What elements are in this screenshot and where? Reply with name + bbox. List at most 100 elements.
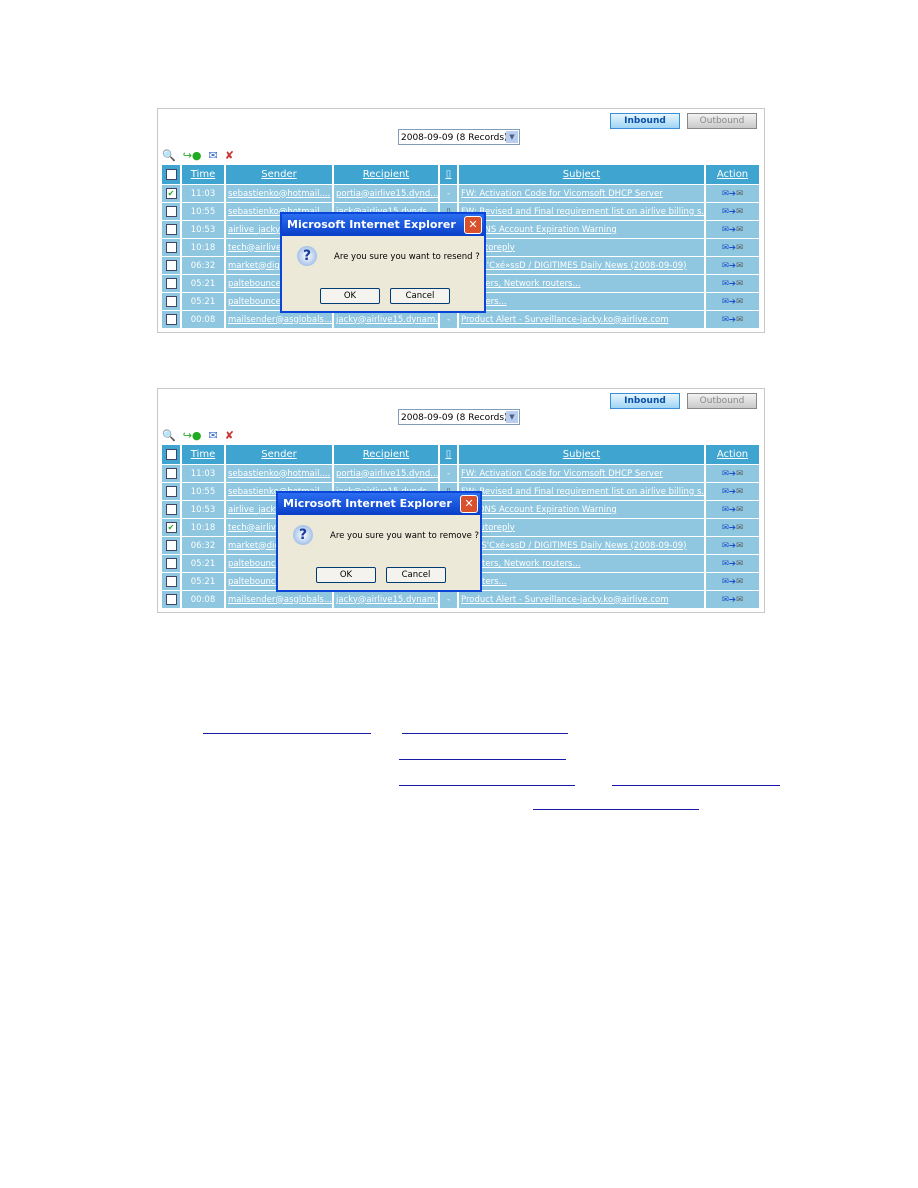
remove-mail-icon[interactable]: ✉: [736, 559, 743, 569]
resend-mail-icon[interactable]: ✉➔: [722, 487, 736, 497]
subject-link[interactable]: TIMES'Cxé»ssD / DIGITIMES Daily News (20…: [461, 261, 687, 271]
subject-link[interactable]: FW: Revised and Final requirement list o…: [461, 487, 704, 497]
close-icon[interactable]: ✕: [460, 495, 478, 513]
user-forward-icon[interactable]: ↪●: [183, 149, 202, 162]
remove-mail-icon[interactable]: ✉: [736, 469, 743, 479]
subject-header[interactable]: Subject: [459, 445, 704, 464]
row-checkbox[interactable]: [165, 278, 177, 289]
remove-mail-icon[interactable]: ✉: [736, 261, 743, 271]
sender-header[interactable]: Sender: [226, 445, 332, 464]
remove-mail-icon[interactable]: ✉: [736, 207, 743, 217]
link-underline[interactable]: [533, 809, 699, 810]
remove-mail-icon[interactable]: ✉: [736, 297, 743, 307]
remove-mail-icon[interactable]: ✉: [736, 315, 743, 325]
table-row[interactable]: 11:03 sebastienko@hotmail.... portia@air…: [162, 464, 759, 482]
subject-header[interactable]: Subject: [459, 165, 704, 184]
subject-link[interactable]: Product Alert - Surveillance-jacky.ko@ai…: [461, 595, 668, 605]
delete-mail-icon[interactable]: ✘: [225, 429, 234, 442]
resend-mail-icon[interactable]: ✉➔: [722, 225, 736, 235]
row-checkbox[interactable]: [165, 260, 177, 271]
resend-mail-icon[interactable]: ✉➔: [722, 315, 736, 325]
recipient-link[interactable]: jacky@airlive15.dynam...: [336, 315, 438, 325]
row-checkbox[interactable]: [165, 486, 177, 497]
subject-link[interactable]: FW: Revised and Final requirement list o…: [461, 207, 704, 217]
row-checkbox[interactable]: [165, 206, 177, 217]
outbound-button[interactable]: Outbound: [687, 113, 757, 129]
search-icon[interactable]: 🔍: [162, 149, 176, 162]
remove-mail-icon[interactable]: ✉: [736, 243, 743, 253]
remove-mail-icon[interactable]: ✉: [736, 577, 743, 587]
user-forward-icon[interactable]: ↪●: [183, 429, 202, 442]
resend-mail-icon[interactable]: ✉➔: [722, 279, 736, 289]
inbound-button[interactable]: Inbound: [610, 113, 680, 129]
row-checkbox[interactable]: [165, 504, 177, 515]
action-header[interactable]: Action: [706, 165, 759, 184]
link-underline[interactable]: [399, 759, 566, 760]
resend-mail-icon[interactable]: ✉➔: [722, 505, 736, 515]
resend-mail-icon[interactable]: ✉➔: [722, 243, 736, 253]
remove-mail-icon[interactable]: ✉: [736, 225, 743, 235]
recipient-link[interactable]: jacky@airlive15.dynam...: [336, 595, 438, 605]
sender-link[interactable]: tech@airlive: [228, 523, 281, 533]
resend-mail-icon[interactable]: ✉➔: [722, 189, 736, 199]
remove-mail-icon[interactable]: ✉: [736, 189, 743, 199]
resend-mail-icon[interactable]: ✉➔: [722, 261, 736, 271]
sender-link[interactable]: airlive_jacky: [228, 505, 280, 515]
resend-mail-icon[interactable]: ✉➔: [722, 207, 736, 217]
row-checkbox[interactable]: [165, 296, 177, 307]
time-header[interactable]: Time: [182, 445, 224, 464]
ok-button[interactable]: OK: [320, 288, 380, 304]
row-checkbox[interactable]: [165, 224, 177, 235]
remove-mail-icon[interactable]: ✉: [736, 523, 743, 533]
link-underline[interactable]: [612, 785, 780, 786]
time-header[interactable]: Time: [182, 165, 224, 184]
cancel-button[interactable]: Cancel: [390, 288, 450, 304]
subject-link[interactable]: FW: Activation Code for Vicomsoft DHCP S…: [461, 189, 663, 199]
row-checkbox[interactable]: [165, 558, 177, 569]
sender-header[interactable]: Sender: [226, 165, 332, 184]
resend-mail-icon[interactable]: ✉➔: [722, 523, 736, 533]
row-checkbox[interactable]: [165, 468, 177, 479]
mail-icon[interactable]: ✉: [209, 429, 218, 442]
row-checkbox[interactable]: [165, 314, 177, 325]
remove-mail-icon[interactable]: ✉: [736, 279, 743, 289]
sender-link[interactable]: sebastienko@hotmail....: [228, 469, 330, 479]
resend-mail-icon[interactable]: ✉➔: [722, 559, 736, 569]
resend-mail-icon[interactable]: ✉➔: [722, 595, 736, 605]
subject-link[interactable]: FW: Activation Code for Vicomsoft DHCP S…: [461, 469, 663, 479]
subject-link[interactable]: DynDNS Account Expiration Warning: [461, 505, 617, 515]
row-checkbox[interactable]: [165, 540, 177, 551]
recipient-header[interactable]: Recipient: [334, 165, 438, 184]
search-icon[interactable]: 🔍: [162, 429, 176, 442]
row-checkbox[interactable]: [165, 594, 177, 605]
delete-mail-icon[interactable]: ✘: [225, 149, 234, 162]
row-checkbox[interactable]: [165, 576, 177, 587]
sender-link[interactable]: paltebounce: [228, 577, 281, 587]
remove-mail-icon[interactable]: ✉: [736, 487, 743, 497]
date-select[interactable]: 2008-09-09 (8 Records) ▼: [398, 409, 520, 425]
ok-button[interactable]: OK: [316, 567, 376, 583]
sender-link[interactable]: market@digi: [228, 541, 282, 551]
table-row[interactable]: ✔ 11:03 sebastienko@hotmail.... portia@a…: [162, 184, 759, 202]
row-checkbox[interactable]: ✔: [165, 522, 177, 533]
subject-link[interactable]: TIMES'Cxé»ssD / DIGITIMES Daily News (20…: [461, 541, 687, 551]
subject-link[interactable]: Product Alert - Surveillance-jacky.ko@ai…: [461, 315, 668, 325]
recipient-link[interactable]: portia@airlive15.dynd...: [336, 189, 438, 199]
sender-link[interactable]: paltebounce: [228, 297, 281, 307]
recipient-header[interactable]: Recipient: [334, 445, 438, 464]
recipient-link[interactable]: portia@airlive15.dynd...: [336, 469, 438, 479]
outbound-button[interactable]: Outbound: [687, 393, 757, 409]
remove-mail-icon[interactable]: ✉: [736, 541, 743, 551]
resend-mail-icon[interactable]: ✉➔: [722, 541, 736, 551]
remove-mail-icon[interactable]: ✉: [736, 505, 743, 515]
sender-link[interactable]: mailsender@asglobals...: [228, 315, 332, 325]
row-checkbox[interactable]: [165, 242, 177, 253]
mail-icon[interactable]: ✉: [209, 149, 218, 162]
cancel-button[interactable]: Cancel: [386, 567, 446, 583]
table-row[interactable]: 00:08 mailsender@asglobals... jacky@airl…: [162, 590, 759, 608]
sender-link[interactable]: sebastienko@hotmail....: [228, 189, 330, 199]
action-header[interactable]: Action: [706, 445, 759, 464]
close-icon[interactable]: ✕: [464, 216, 482, 234]
link-underline[interactable]: [203, 733, 371, 734]
row-checkbox[interactable]: ✔: [165, 188, 177, 199]
